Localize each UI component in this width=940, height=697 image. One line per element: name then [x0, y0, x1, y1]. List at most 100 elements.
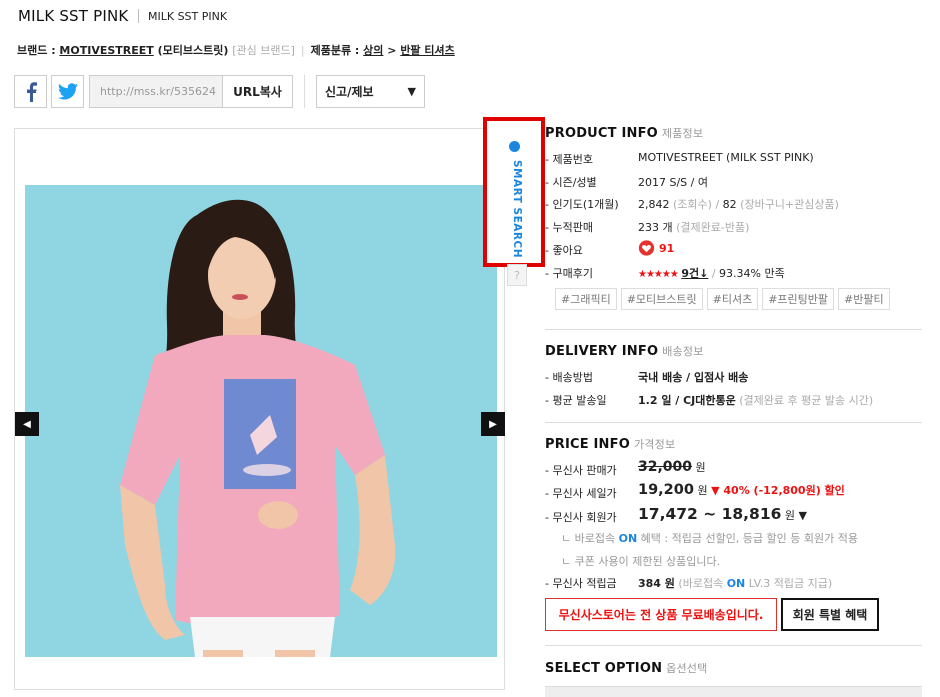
reviews-value: ★★★★★ 9건↓ / 93.34% 만족 — [638, 265, 785, 281]
note-text: 혜택 : 적립금 선할인, 등급 할인 등 회원가 적용 — [637, 532, 858, 545]
section-divider — [545, 422, 922, 423]
help-button[interactable]: ? — [507, 264, 527, 286]
review-count-link[interactable]: 9건↓ — [681, 267, 708, 280]
avg-ship-note: (결제완료 후 평균 발송 시간) — [739, 394, 874, 407]
satisfaction-rate: 93.34% 만족 — [719, 267, 785, 280]
rating-stars: ★★★★★ — [638, 269, 679, 280]
discount-rate: ▼ 40% (-12,800원) 할인 — [711, 484, 845, 497]
member-price-value[interactable]: 17,472 ~ 18,816 원 ▼ — [638, 505, 807, 523]
member-price-label: - 무신사 회원가 — [545, 511, 617, 524]
product-info-heading: PRODUCT INFO — [545, 126, 658, 141]
avg-ship-days: 1.2 일 / CJ대한통운 — [638, 394, 736, 407]
tag-item[interactable]: #모티브스트릿 — [620, 288, 703, 310]
breadcrumb: 브랜드 : MOTIVESTREET (모티브스트릿) [관심 브랜드] | 제품분… — [17, 42, 455, 58]
smart-search-label: SMART SEARCH — [511, 159, 523, 258]
info-row-reviews: - 구매후기 — [545, 265, 593, 281]
section-divider — [545, 329, 922, 330]
point-note: LV.3 적립금 지급) — [745, 577, 833, 590]
dot-icon — [509, 141, 520, 152]
member-price: 17,472 ~ 18,816 — [638, 505, 782, 523]
select-option-heading: SELECT OPTION — [545, 661, 663, 676]
views-note: (조회수) — [673, 198, 712, 211]
price-info-heading: PRICE INFO — [545, 437, 630, 452]
currency-unit: 원 — [695, 461, 706, 474]
category-sub-link[interactable]: 반팔 티셔츠 — [400, 44, 454, 57]
tag-list: #그래픽티 #모티브스트릿 #티셔츠 #프린팅반팔 #반팔티 — [555, 288, 890, 310]
free-shipping-button[interactable]: 무신사스토어는 전 상품 무료배송입니다. — [545, 598, 777, 631]
likes-count: 91 — [659, 241, 675, 255]
tag-item[interactable]: #티셔츠 — [706, 288, 759, 310]
category-label: 제품분류 : — [310, 44, 364, 57]
discount-price: 19,200 — [638, 482, 694, 498]
point-value: 384 원 (바로접속 ON LV.3 적립금 지급) — [638, 575, 832, 591]
product-title: MILK SST PINK — [18, 7, 129, 25]
interest-brand-link[interactable]: [관심 브랜드] — [232, 44, 295, 57]
arrow-left-icon: ◀ — [23, 418, 31, 430]
option-select-box[interactable] — [545, 686, 922, 697]
currency-unit: 원 — [697, 484, 708, 497]
sales-value: 233 개 (결제완료-반품) — [638, 219, 749, 235]
avg-ship-value: 1.2 일 / CJ대한통운 (결제완료 후 평균 발송 시간) — [638, 392, 873, 408]
tag-item[interactable]: #그래픽티 — [555, 288, 617, 310]
value-sep: / — [708, 267, 720, 280]
category-main-link[interactable]: 상의 — [363, 44, 383, 57]
price-info-subheading: 가격정보 — [633, 438, 676, 451]
twitter-icon — [57, 83, 78, 100]
delivery-info-subheading: 배송정보 — [662, 345, 704, 358]
heart-icon[interactable] — [638, 240, 655, 256]
price-info-title: PRICE INFO 가격정보 — [545, 436, 675, 452]
product-number-value: MOTIVESTREET (MILK SST PINK) — [638, 151, 814, 164]
cart-count: 82 — [722, 198, 737, 211]
url-field[interactable]: http://mss.kr/535624 — [89, 75, 223, 108]
chevron-down-icon[interactable]: ▼ — [799, 509, 807, 522]
smart-search-tab[interactable]: SMART SEARCH — [483, 117, 545, 267]
row-label: - 제품번호 — [545, 153, 593, 166]
select-option-subheading: 옵션선택 — [666, 662, 708, 675]
info-row-popularity: - 인기도(1개월) — [545, 196, 619, 212]
point-note: (바로접속 — [678, 577, 727, 590]
discount-price-value: 19,200 원 ▼ 40% (-12,800원) 할인 — [638, 482, 845, 498]
prev-image-button[interactable]: ◀ — [15, 412, 39, 436]
product-info-title: PRODUCT INFO 제품정보 — [545, 125, 703, 141]
views-count: 2,842 — [638, 198, 670, 211]
row-label: - 구매후기 — [545, 267, 593, 280]
sales-note: (결제완료-반품) — [676, 221, 750, 234]
point-label: - 무신사 적립금 — [545, 577, 617, 590]
member-benefit-button[interactable]: 회원 특별 혜택 — [781, 598, 879, 631]
note-text: ㄴ 바로접속 — [561, 532, 619, 545]
smart-search-inner: SMART SEARCH — [507, 131, 523, 258]
season-value: 2017 S/S / 여 — [638, 176, 708, 189]
product-info-subheading: 제품정보 — [661, 127, 704, 140]
info-row-likes: - 좋아요 — [545, 242, 583, 258]
point-amount: 384 원 — [638, 577, 675, 590]
chevron-down-icon: ▼ — [407, 85, 416, 98]
on-badge: ON — [726, 577, 746, 590]
report-dropdown[interactable]: 신고/제보 ▼ — [316, 75, 425, 108]
member-note-2: ㄴ 쿠폰 사용이 제한된 상품입니다. — [561, 555, 721, 568]
delivery-method-value: 국내 배송 / 입점사 배송 — [638, 371, 749, 384]
sale-price-label: - 무신사 판매가 — [545, 464, 617, 477]
brand-korean: (모티브스트릿) — [153, 44, 233, 57]
brand-link[interactable]: MOTIVESTREET — [59, 44, 153, 57]
url-copy-button[interactable]: URL복사 — [223, 75, 293, 108]
model-illustration — [25, 185, 497, 657]
info-row-product-number: - 제품번호 — [545, 151, 593, 167]
likes-value[interactable]: 91 — [638, 240, 674, 256]
delivery-info-title: DELIVERY INFO 배송정보 — [545, 343, 704, 359]
category-separator: > — [383, 44, 401, 57]
product-subtitle: MILK SST PINK — [148, 10, 228, 23]
next-image-button[interactable]: ▶ — [481, 412, 505, 436]
cart-note: (장바구니+관심상품) — [740, 198, 839, 211]
sales-count: 233 개 — [638, 221, 673, 234]
discount-price-label: - 무신사 세일가 — [545, 487, 617, 500]
product-photo — [25, 185, 497, 657]
twitter-share-button[interactable] — [51, 75, 84, 108]
facebook-icon — [26, 81, 37, 102]
info-row-season: - 시즌/성별 — [545, 174, 597, 190]
tag-item[interactable]: #반팔티 — [838, 288, 890, 310]
facebook-share-button[interactable] — [14, 75, 47, 108]
tag-item[interactable]: #프린팅반팔 — [762, 288, 835, 310]
on-badge: ON — [618, 532, 638, 545]
row-label: - 인기도(1개월) — [545, 198, 619, 211]
brand-label: 브랜드 : — [17, 44, 60, 57]
